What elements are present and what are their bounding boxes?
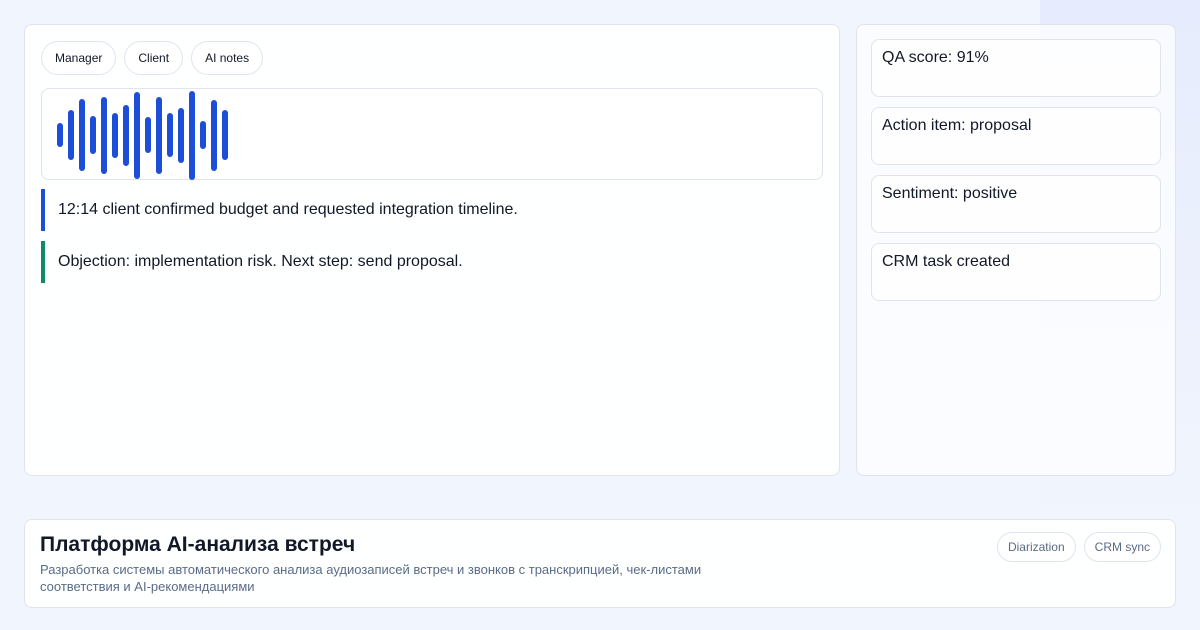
crm-task-card: CRM task created <box>871 243 1161 301</box>
tag-crm-sync: CRM sync <box>1083 532 1161 562</box>
insights-panel: QA score: 91% Action item: proposal Sent… <box>856 24 1176 476</box>
transcript-line: 12:14 client confirmed budget and reques… <box>41 189 823 231</box>
waveform-bar <box>134 91 140 179</box>
waveform-bar <box>101 96 107 174</box>
waveform-bar <box>112 112 118 158</box>
waveform-bar <box>68 110 74 160</box>
waveform-bar <box>156 96 162 174</box>
project-info-panel: Платформа AI-анализа встреч Разработка с… <box>24 519 1176 608</box>
action-item-card: Action item: proposal <box>871 107 1161 165</box>
objection-line: Objection: implementation risk. Next ste… <box>41 241 823 283</box>
waveform-bar <box>57 123 63 147</box>
waveform-bar <box>200 121 206 149</box>
waveform-bar <box>167 113 173 157</box>
waveform-bar <box>189 90 195 180</box>
waveform-bar <box>145 117 151 153</box>
waveform-bar <box>79 99 85 171</box>
tag-diarization: Diarization <box>996 532 1076 562</box>
waveform-bar <box>211 99 217 171</box>
audio-waveform[interactable] <box>41 88 823 180</box>
tab-manager[interactable]: Manager <box>41 41 117 75</box>
project-title: Платформа AI-анализа встреч <box>40 533 356 556</box>
project-tags: Diarization CRM sync <box>996 532 1161 562</box>
project-description: Разработка системы автоматического анали… <box>40 562 702 594</box>
waveform-bar <box>222 110 228 160</box>
waveform-bar <box>123 104 129 166</box>
sentiment-card: Sentiment: positive <box>871 175 1161 233</box>
tab-ai-notes[interactable]: AI notes <box>191 41 264 75</box>
waveform-bar <box>178 107 184 163</box>
tab-client[interactable]: Client <box>124 41 184 75</box>
objection-text: Objection: implementation risk. Next ste… <box>58 253 463 270</box>
call-transcript-panel: Manager Client AI notes 12:14 client con… <box>24 24 840 476</box>
waveform-bars <box>57 89 228 181</box>
speaker-tabs: Manager Client AI notes <box>41 41 264 75</box>
transcript-text: 12:14 client confirmed budget and reques… <box>58 201 518 218</box>
waveform-bar <box>90 116 96 154</box>
qa-score-card: QA score: 91% <box>871 39 1161 97</box>
